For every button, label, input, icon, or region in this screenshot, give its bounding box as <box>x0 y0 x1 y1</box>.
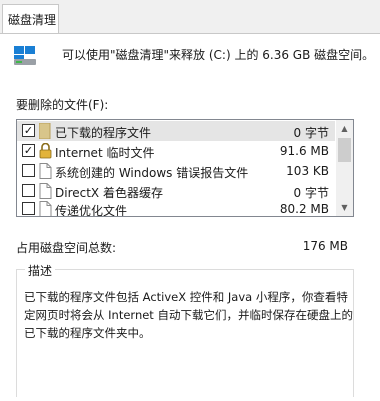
disk-cleanup-panel: 可以使用"磁盘清理"来释放 (C:) 上的 6.36 GB 磁盘空间。 要删除的… <box>0 33 380 401</box>
list-item[interactable]: DirectX 着色器缓存 0 字节 <box>17 181 335 201</box>
lock-icon <box>39 143 52 159</box>
total-space-label: 占用磁盘空间总数: <box>16 241 117 255</box>
folder-icon <box>39 123 51 139</box>
checkbox[interactable] <box>22 184 35 197</box>
scroll-thumb[interactable] <box>338 138 351 162</box>
list-item-size: 91.6 MB <box>279 144 329 158</box>
files-to-delete-label: 要删除的文件(F): <box>16 98 109 112</box>
list-item[interactable]: 传递优化文件 80.2 MB <box>17 199 335 217</box>
list-item-label: Internet 临时文件 <box>55 146 155 160</box>
list-item-size: 103 KB <box>286 164 329 178</box>
files-listbox[interactable]: ✓ 已下载的程序文件 0 字节 ✓ Internet 临时文件 91.6 MB <box>16 119 354 217</box>
list-item[interactable]: 系统创建的 Windows 错误报告文件 103 KB <box>17 161 335 181</box>
checkbox[interactable] <box>22 202 35 215</box>
list-item-label: 系统创建的 Windows 错误报告文件 <box>55 166 249 180</box>
file-icon <box>39 201 52 216</box>
header-text: 可以使用"磁盘清理"来释放 (C:) 上的 6.36 GB 磁盘空间。 <box>62 48 375 62</box>
description-title: 描述 <box>25 262 56 279</box>
list-item-size: 80.2 MB <box>279 202 329 216</box>
checkbox[interactable] <box>22 164 35 177</box>
checkbox[interactable]: ✓ <box>22 144 35 157</box>
list-item-label: 传递优化文件 <box>55 204 128 217</box>
list-item-size: 0 字节 <box>293 126 329 140</box>
list-item[interactable]: ✓ 已下载的程序文件 0 字节 <box>17 121 335 141</box>
scroll-up-arrow-icon[interactable]: ▲ <box>336 120 353 137</box>
checkbox[interactable]: ✓ <box>22 124 35 137</box>
list-item-label: 已下载的程序文件 <box>55 126 152 140</box>
scroll-down-arrow-icon[interactable]: ▼ <box>336 199 353 216</box>
drive-cleanup-icon <box>14 46 36 65</box>
file-icon <box>39 163 52 179</box>
vertical-scrollbar[interactable]: ▲ ▼ <box>336 120 353 216</box>
tab-disk-cleanup[interactable]: 磁盘清理 <box>2 4 59 34</box>
tab-label: 磁盘清理 <box>8 13 57 27</box>
total-space-value: 176 MB <box>302 239 348 253</box>
list-item[interactable]: ✓ Internet 临时文件 91.6 MB <box>17 141 335 161</box>
tab-strip: 磁盘清理 <box>0 0 380 34</box>
header-row: 可以使用"磁盘清理"来释放 (C:) 上的 6.36 GB 磁盘空间。 <box>12 42 374 68</box>
description-text: 已下载的程序文件包括 ActiveX 控件和 Java 小程序，你查看特定网页时… <box>24 290 353 340</box>
file-icon <box>39 183 52 199</box>
